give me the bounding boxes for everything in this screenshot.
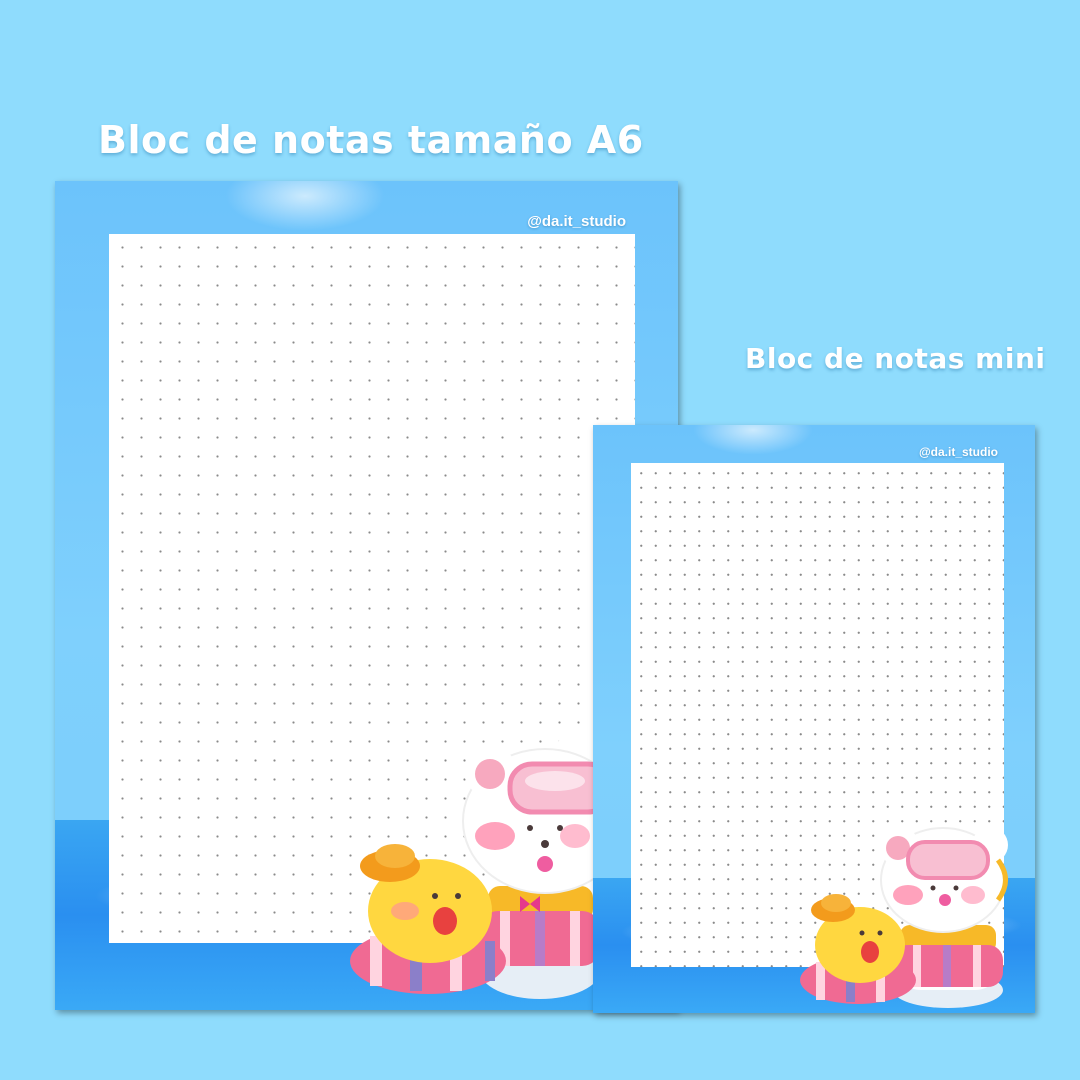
studio-handle: @da.it_studio xyxy=(918,445,998,459)
title-a6-notepad: Bloc de notas tamaño A6 xyxy=(98,118,644,162)
bear-with-snorkel-icon xyxy=(350,736,620,999)
studio-handle: @da.it_studio xyxy=(527,213,626,230)
title-mini-notepad: Bloc de notas mini xyxy=(745,342,1046,375)
notepad-mini: @da.it_studio xyxy=(593,425,1035,1013)
bear-and-duck-illustration xyxy=(798,820,1035,1010)
bear-with-snorkel-icon xyxy=(800,825,1008,1008)
light-reflection xyxy=(693,425,813,455)
bear-and-duck-illustration xyxy=(350,736,620,1010)
light-reflection xyxy=(225,181,385,231)
notepad-a6: @da.it_studio xyxy=(55,181,678,1010)
